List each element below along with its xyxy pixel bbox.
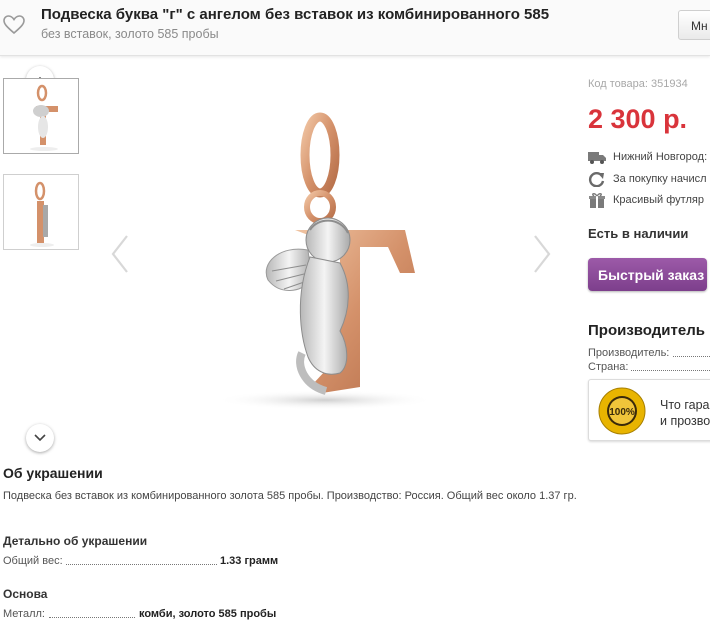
product-sku: Код товара: 351934 xyxy=(588,78,688,90)
feature-bonus-text: За покупку начисл xyxy=(613,173,707,185)
more-button[interactable]: Мн xyxy=(678,10,710,40)
gift-box-icon xyxy=(589,193,605,208)
about-text: Подвеска без вставок из комбинированного… xyxy=(3,490,577,502)
manufacturer-row: Производитель: xyxy=(588,347,710,361)
prev-image-arrow-icon[interactable] xyxy=(110,234,130,274)
seal-text: 100% xyxy=(609,407,635,418)
pendant-main-image xyxy=(215,112,435,410)
pendant-side-thumbnail-icon xyxy=(30,181,54,247)
chevron-down-icon xyxy=(34,434,46,442)
guarantee-line-2: и прозво xyxy=(660,414,710,428)
thumbnail-front[interactable] xyxy=(3,78,79,154)
weight-row: Общий вес: 1.33 грамм xyxy=(3,555,303,569)
product-header: Подвеска буква "г" с ангелом без вставок… xyxy=(0,0,710,56)
guarantee-line-1: Что гара xyxy=(660,398,710,412)
metal-value: комби, золото 585 пробы xyxy=(139,608,277,620)
product-subtitle: без вставок, золото 585 пробы xyxy=(41,27,219,41)
manufacturer-heading: Производитель и xyxy=(588,322,710,339)
country-row: Страна: xyxy=(588,361,710,375)
dotted-leader xyxy=(49,617,135,618)
guarantee-seal-icon: 100% xyxy=(598,387,646,435)
bonus-refresh-icon xyxy=(588,171,605,187)
metal-row: Металл: комби, золото 585 пробы xyxy=(3,608,303,622)
feature-gift[interactable]: Красивый футляр xyxy=(588,191,710,211)
heart-icon[interactable] xyxy=(2,13,26,37)
guarantee-banner[interactable]: 100% Что гара и прозво xyxy=(588,379,710,441)
pendant-thumbnail-icon xyxy=(30,84,58,151)
weight-value: 1.33 грамм xyxy=(220,555,279,567)
details-heading: Детально об украшении xyxy=(3,534,148,548)
feature-gift-text: Красивый футляр xyxy=(613,194,704,206)
basis-heading: Основа xyxy=(3,587,48,601)
weight-label: Общий вес: xyxy=(3,555,66,567)
feature-delivery-text: Нижний Новгород: xyxy=(613,151,708,163)
thumbnail-side[interactable] xyxy=(3,174,79,250)
delivery-truck-icon xyxy=(588,152,606,164)
feature-bonus[interactable]: За покупку начисл xyxy=(588,170,710,190)
quick-order-button[interactable]: Быстрый заказ xyxy=(588,258,707,291)
about-heading: Об украшении xyxy=(3,465,103,481)
manufacturer-label: Производитель: xyxy=(588,347,673,359)
thumbs-down-arrow-button[interactable] xyxy=(26,424,54,452)
product-price: 2 300 р. xyxy=(588,104,688,134)
metal-label: Металл: xyxy=(3,608,48,620)
next-image-arrow-icon[interactable] xyxy=(532,234,552,274)
dotted-leader xyxy=(63,564,217,565)
country-label: Страна: xyxy=(588,361,632,373)
product-title: Подвеска буква "г" с ангелом без вставок… xyxy=(41,6,550,23)
stock-status: Есть в наличии xyxy=(588,226,689,241)
feature-delivery[interactable]: Нижний Новгород: xyxy=(588,148,710,168)
